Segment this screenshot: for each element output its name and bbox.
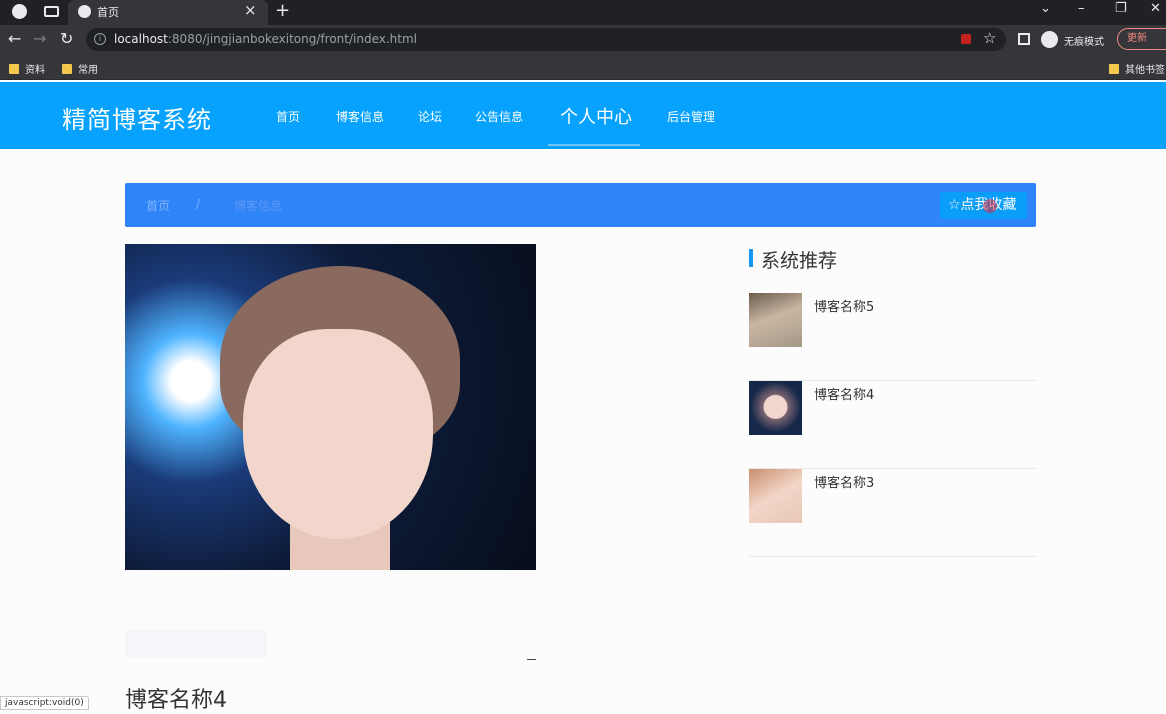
recommend-item[interactable]: 博客名称4: [749, 381, 1036, 469]
forward-icon[interactable]: →: [33, 29, 46, 48]
site-info-icon[interactable]: i: [94, 33, 106, 45]
incognito-label: 无痕模式: [1064, 37, 1104, 48]
favorite-button[interactable]: ☆点我收藏: [940, 192, 1027, 219]
nav-admin[interactable]: 后台管理: [667, 108, 715, 125]
recommend-thumbnail[interactable]: [749, 381, 802, 435]
heading-accent-bar: [749, 249, 753, 267]
folder-icon: [1109, 64, 1119, 74]
nav-forum[interactable]: 论坛: [418, 108, 442, 125]
browser-tab-active[interactable]: 首页 ×: [68, 0, 268, 25]
recommend-item[interactable]: 博客名称3: [749, 469, 1036, 557]
bookmark-star-icon[interactable]: ☆: [983, 29, 996, 47]
bookmark-folder-ziliao[interactable]: 资料: [9, 61, 45, 76]
back-icon[interactable]: ←: [8, 29, 21, 48]
incognito-icon[interactable]: [1041, 31, 1058, 48]
thumbnail-strip: [125, 630, 267, 658]
nav-personal-center[interactable]: 个人中心: [560, 103, 632, 129]
nav-home[interactable]: 首页: [276, 108, 300, 125]
site-header: 精简博客系统 首页 博客信息 论坛 公告信息 个人中心 后台管理: [0, 82, 1166, 149]
url-text: localhost:8080/jingjianbokexitong/front/…: [114, 32, 417, 46]
bookmark-folder-other[interactable]: 其他书签: [1109, 61, 1165, 76]
browser-toolbar: ← → ↻ i localhost:8080/jingjianbokexiton…: [0, 25, 1166, 55]
breadcrumb-home[interactable]: 首页: [146, 197, 170, 214]
browser-menu-icon[interactable]: [12, 4, 27, 19]
blocked-popup-icon[interactable]: [961, 34, 971, 44]
image-caption-area: [118, 580, 548, 628]
browser-tab-strip: 首页 × + ⌄ – ❐ ✕: [0, 0, 1166, 25]
recommend-item-name[interactable]: 博客名称5: [814, 296, 874, 315]
blog-title: 博客名称4: [125, 688, 227, 713]
recommend-item[interactable]: 博客名称5: [749, 293, 1036, 381]
recommend-thumbnail[interactable]: [749, 469, 802, 523]
breadcrumb-current: 博客信息: [234, 199, 283, 213]
folder-icon: [62, 64, 72, 74]
breadcrumb: 首页 / 博客信息 ☆点我收藏: [125, 183, 1036, 227]
blog-main-image: [125, 244, 536, 570]
breadcrumb-separator: /: [196, 197, 201, 211]
recommend-thumbnail[interactable]: [749, 293, 802, 347]
restore-icon[interactable]: ❐: [1115, 1, 1127, 16]
tab-title: 首页: [97, 6, 119, 19]
tab-list-chevron-icon[interactable]: ⌄: [1040, 1, 1051, 16]
divider: [527, 659, 536, 660]
nav-active-underline: [548, 144, 640, 146]
new-tab-icon[interactable]: +: [275, 0, 290, 21]
update-button[interactable]: 更新: [1117, 28, 1166, 50]
globe-icon: [78, 5, 91, 18]
tab-close-icon[interactable]: ×: [244, 1, 257, 19]
reload-icon[interactable]: ↻: [60, 29, 73, 48]
tab-search-icon[interactable]: [44, 6, 59, 17]
address-bar[interactable]: i localhost:8080/jingjianbokexitong/fron…: [86, 28, 1006, 51]
close-window-icon[interactable]: ✕: [1150, 1, 1161, 16]
nav-blog-info[interactable]: 博客信息: [336, 108, 384, 125]
portrait-face: [243, 329, 433, 539]
bookmarks-bar: 资料 常用 其他书签: [0, 55, 1166, 80]
recommend-title: 系统推荐: [761, 250, 838, 272]
bookmark-folder-changyong[interactable]: 常用: [62, 61, 98, 76]
site-logo[interactable]: 精简博客系统: [62, 100, 212, 135]
recommend-item-name[interactable]: 博客名称4: [814, 384, 874, 403]
side-panel-icon[interactable]: [1018, 33, 1030, 45]
minimize-icon[interactable]: –: [1078, 1, 1085, 16]
folder-icon: [9, 64, 19, 74]
pointer-cursor-icon: [983, 199, 997, 213]
nav-announcements[interactable]: 公告信息: [475, 108, 523, 125]
recommend-item-name[interactable]: 博客名称3: [814, 472, 874, 491]
